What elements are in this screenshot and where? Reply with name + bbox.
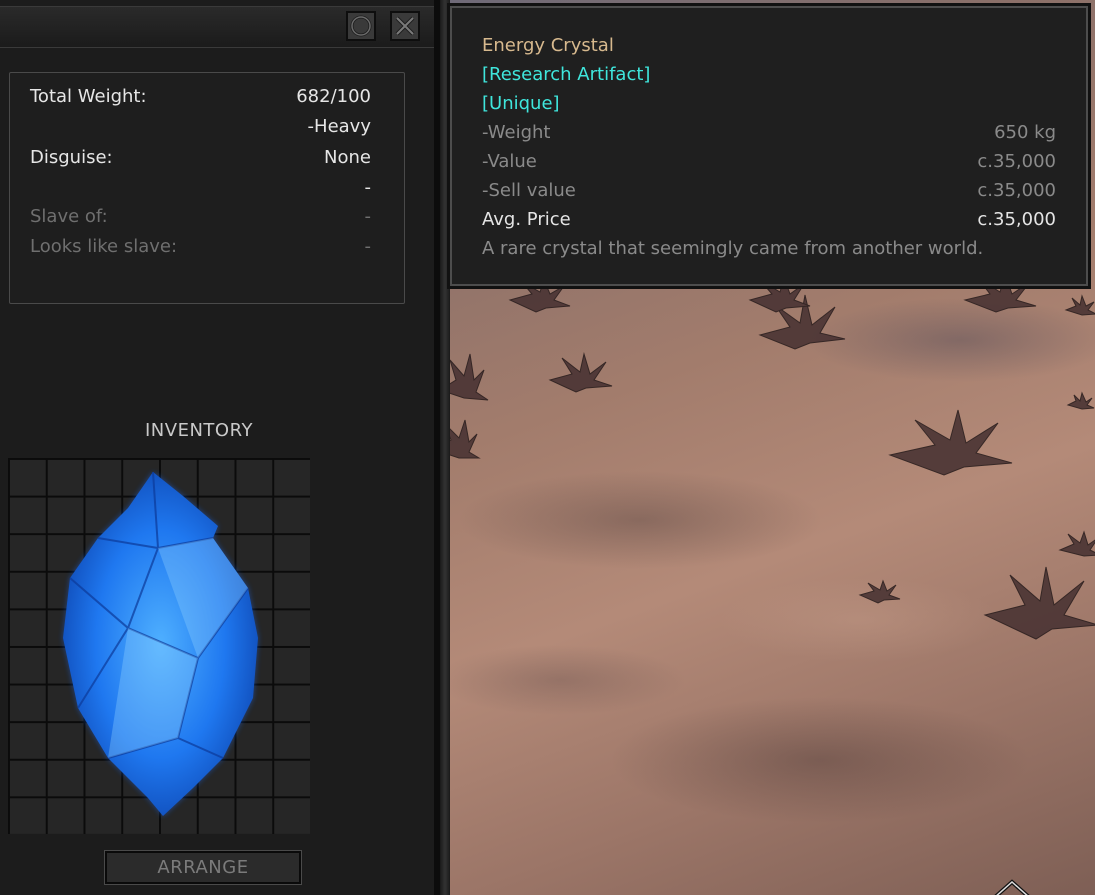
world-frame xyxy=(440,0,450,895)
looks-like-slave-row: Looks like slave: - xyxy=(30,235,371,259)
sell-value-row: -Sell value c.35,000 xyxy=(482,178,1056,204)
close-button[interactable] xyxy=(390,11,420,41)
panel-divider xyxy=(434,0,440,895)
sell-value-value: c.35,000 xyxy=(977,180,1056,201)
disguise-extra-row: - xyxy=(30,176,372,200)
avg-price-label: Avg. Price xyxy=(482,209,571,230)
disguise-value: None xyxy=(324,147,371,168)
avg-price-row: Avg. Price c.35,000 xyxy=(482,207,1056,233)
weight-row: -Weight 650 kg xyxy=(482,120,1056,146)
shrub xyxy=(1058,530,1095,557)
sell-value-label: -Sell value xyxy=(482,180,576,201)
weight-status-value: -Heavy xyxy=(307,116,371,137)
toggle-view-button[interactable] xyxy=(346,11,376,41)
inventory-grid[interactable] xyxy=(8,458,310,834)
item-tag: [Research Artifact] xyxy=(482,64,651,85)
total-weight-label: Total Weight: xyxy=(30,86,147,107)
item-tooltip: Energy Crystal [Research Artifact] [Uniq… xyxy=(450,6,1088,286)
character-panel: Total Weight: 682/100 -Heavy Disguise: N… xyxy=(0,0,440,895)
value-value: c.35,000 xyxy=(977,151,1056,172)
slave-of-value: - xyxy=(364,206,372,227)
disguise-extra-value: - xyxy=(364,177,372,198)
shrub xyxy=(1066,391,1095,410)
item-name: Energy Crystal xyxy=(482,35,614,56)
inventory-title: INVENTORY xyxy=(145,420,253,441)
arrange-button[interactable]: ARRANGE xyxy=(104,850,302,885)
character-stats-box: Total Weight: 682/100 -Heavy Disguise: N… xyxy=(9,72,405,304)
compass-icon[interactable] xyxy=(990,878,1034,895)
disguise-row: Disguise: None xyxy=(30,146,371,170)
weight-value: 650 kg xyxy=(994,122,1056,143)
shrub xyxy=(888,409,1013,476)
total-weight-row: Total Weight: 682/100 xyxy=(30,85,371,109)
close-icon xyxy=(395,16,415,36)
slave-of-label: Slave of: xyxy=(30,206,108,227)
total-weight-value: 682/100 xyxy=(296,86,371,107)
shrub xyxy=(1064,294,1095,316)
looks-like-slave-label: Looks like slave: xyxy=(30,236,178,257)
disguise-label: Disguise: xyxy=(30,147,113,168)
weight-label: -Weight xyxy=(482,122,551,143)
shrub xyxy=(548,352,613,393)
panel-title-bar[interactable] xyxy=(0,6,435,48)
slave-of-row: Slave of: - xyxy=(30,205,371,229)
weight-status-row: -Heavy xyxy=(30,115,371,139)
shrub xyxy=(858,579,901,604)
energy-crystal-icon[interactable] xyxy=(8,458,310,834)
value-row: -Value c.35,000 xyxy=(482,149,1056,175)
looks-like-slave-value: - xyxy=(364,236,372,257)
value-label: -Value xyxy=(482,151,537,172)
item-tag: [Unique] xyxy=(482,93,560,114)
shrub xyxy=(983,566,1095,640)
eye-icon xyxy=(350,15,372,37)
avg-price-value: c.35,000 xyxy=(977,209,1056,230)
item-description: A rare crystal that seemingly came from … xyxy=(482,238,984,259)
